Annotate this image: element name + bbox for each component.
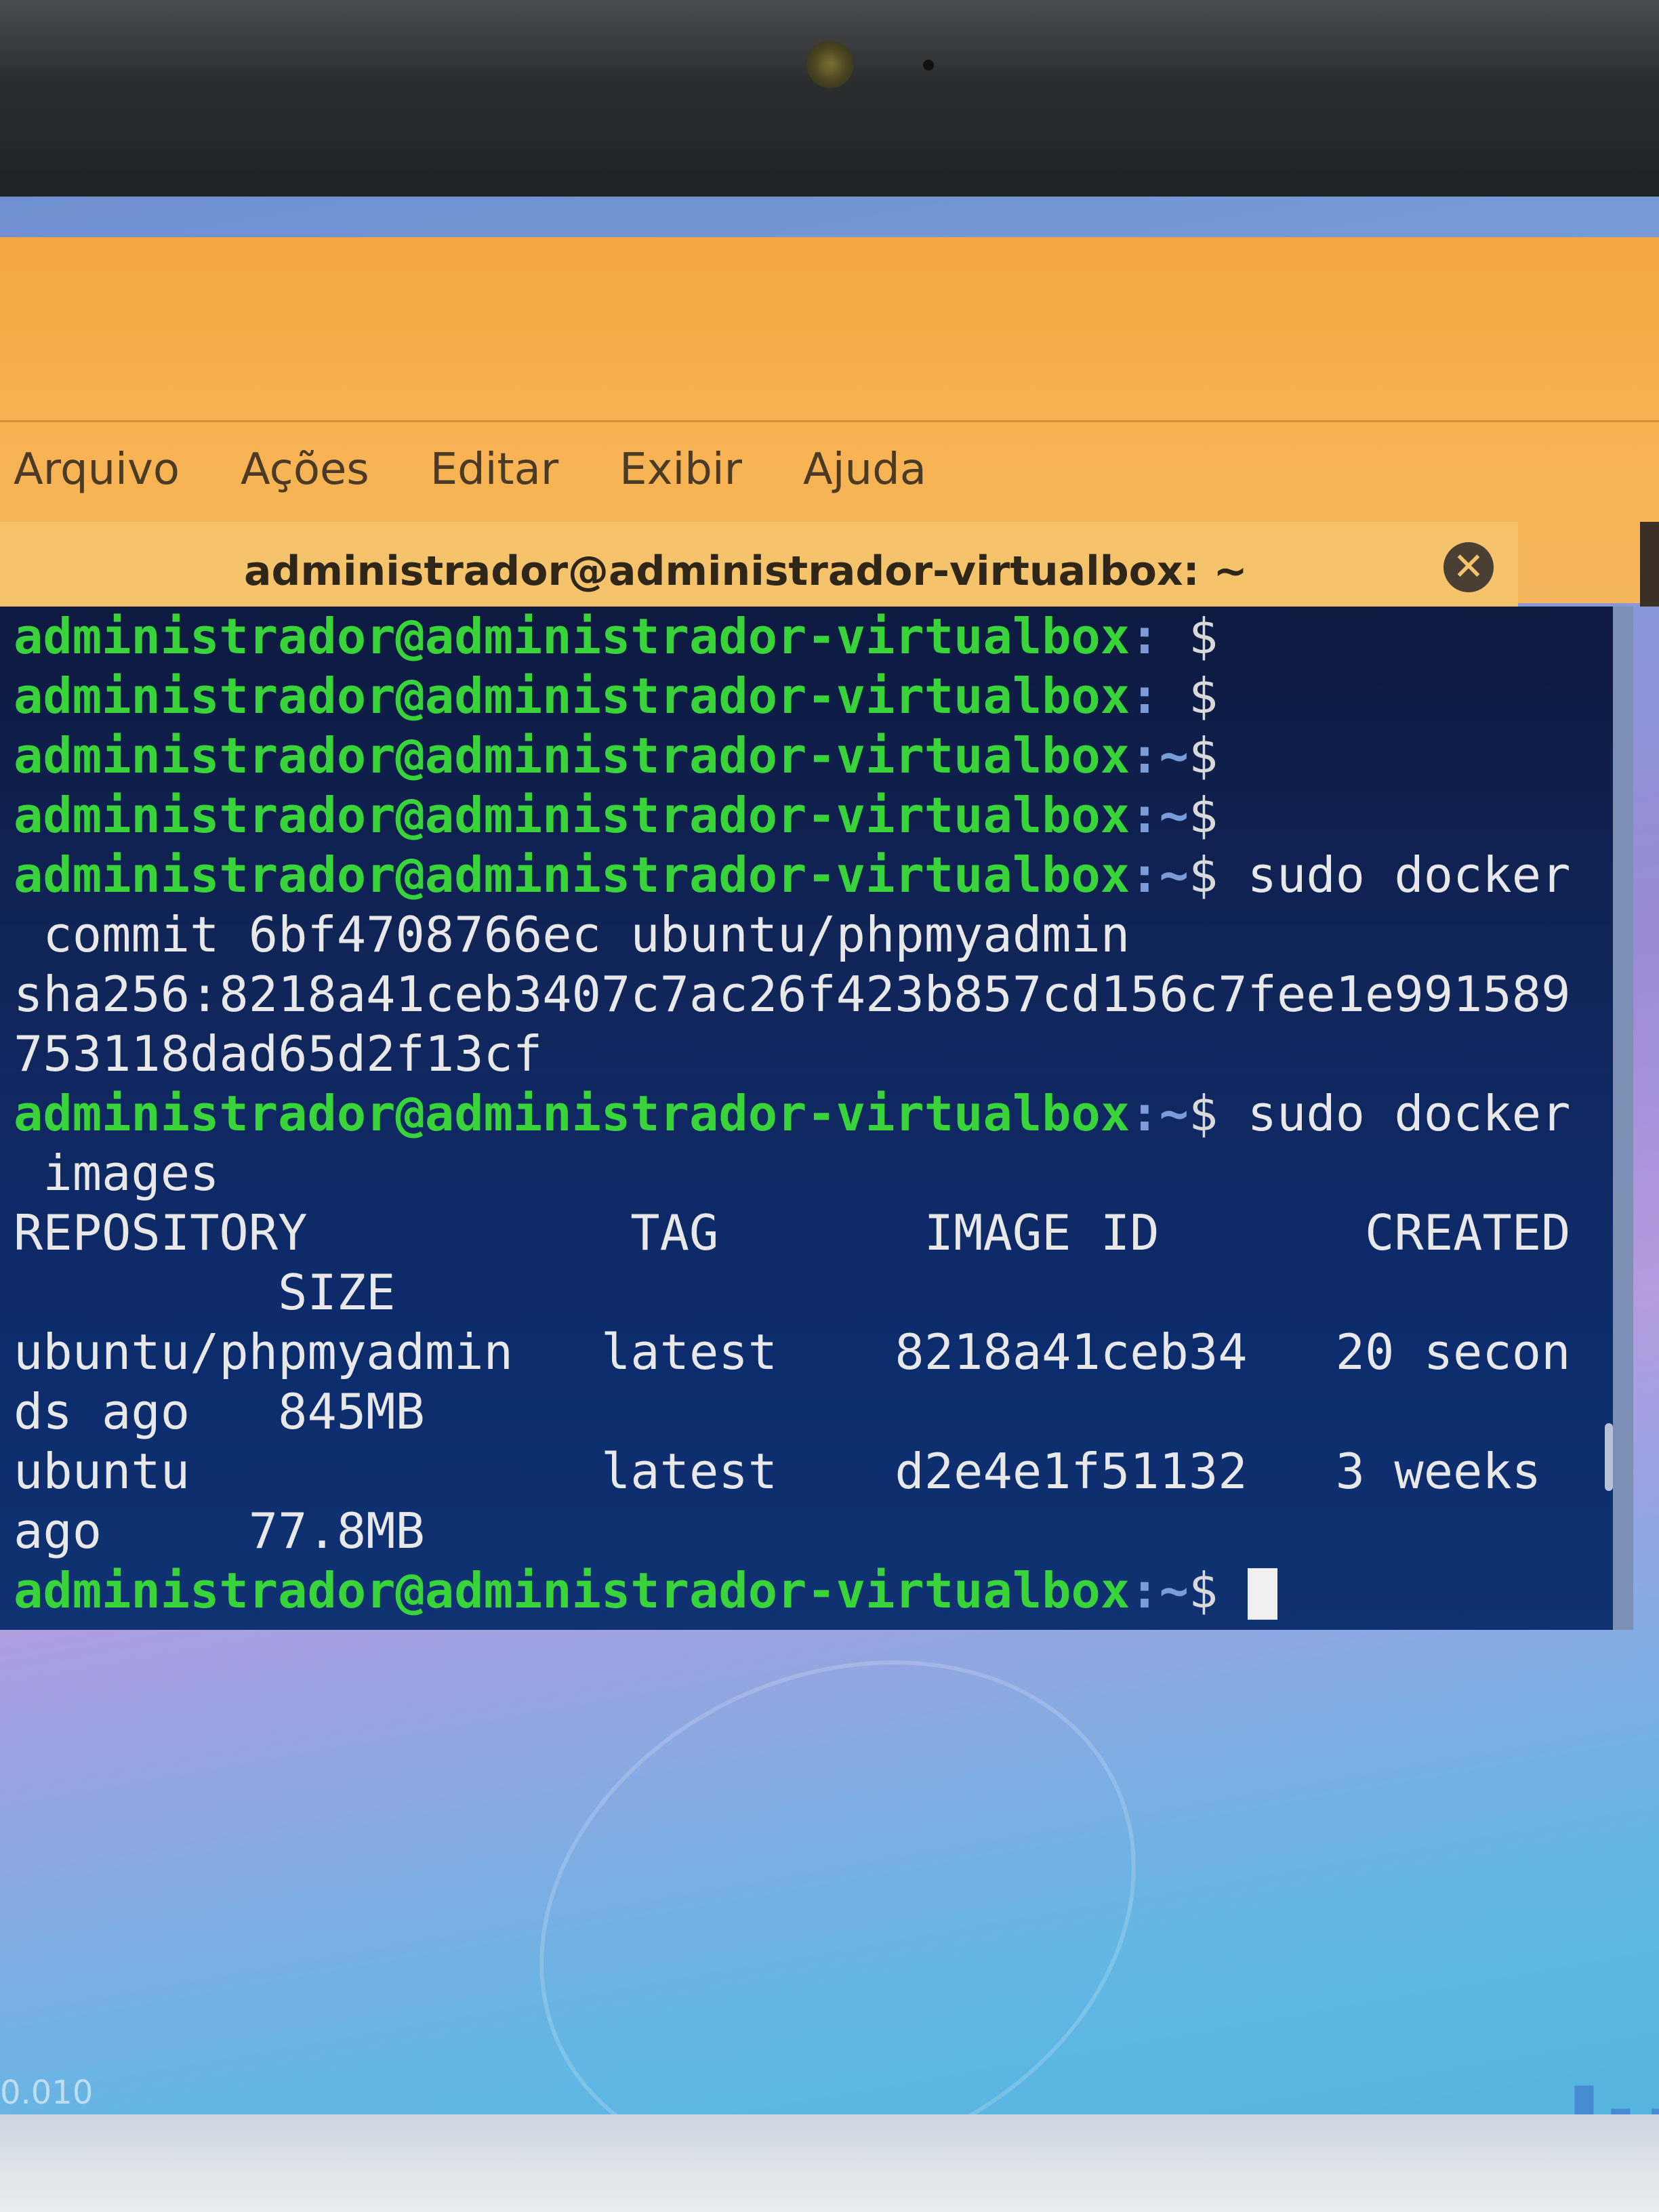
terminal-line: sha256:8218a41ceb3407c7ac26f423b857cd156…: [14, 964, 1613, 1024]
terminal-output[interactable]: administrador@administrador-virtualbox: …: [0, 607, 1633, 1630]
output-text: ubuntu latest d2e4e1f51132 3 weeks: [14, 1443, 1542, 1500]
command-text: sudo docker: [1218, 846, 1571, 903]
prompt-user: administrador@administrador-virtualbox: [14, 727, 1130, 784]
desktop-text: 0.010: [0, 2074, 94, 2112]
terminal-tab[interactable]: administrador@administrador-virtualbox: …: [0, 522, 1518, 609]
prompt-user: administrador@administrador-virtualbox: [14, 846, 1130, 903]
terminal-line: ubuntu latest d2e4e1f51132 3 weeks: [14, 1441, 1613, 1501]
terminal-line: administrador@administrador-virtualbox:~…: [14, 845, 1613, 905]
output-text: ds ago 845MB: [14, 1383, 425, 1440]
prompt-path: :~: [1130, 846, 1189, 903]
tab-title: administrador@administrador-virtualbox: …: [244, 548, 1248, 595]
command-text: sudo docker: [1218, 1085, 1571, 1142]
prompt-dollar: $: [1188, 608, 1218, 665]
prompt-user: administrador@administrador-virtualbox: [14, 1085, 1130, 1142]
terminal-line: administrador@administrador-virtualbox:~…: [14, 726, 1613, 785]
prompt-path: :~: [1130, 787, 1189, 844]
output-text: SIZE: [14, 1264, 396, 1321]
terminal-line: ds ago 845MB: [14, 1382, 1613, 1441]
laptop-bezel: [0, 0, 1659, 203]
laptop-chassis: [0, 2114, 1659, 2212]
terminal-line: commit 6bf4708766ec ubuntu/phpmyadmin: [14, 905, 1613, 964]
terminal-line: REPOSITORY TAG IMAGE ID CREATED: [14, 1203, 1613, 1263]
terminal-line: images: [14, 1143, 1613, 1203]
prompt-dollar: $: [1188, 668, 1218, 724]
scrollbar-thumb[interactable]: [1605, 1423, 1613, 1491]
prompt-path: :: [1130, 608, 1189, 665]
prompt-user: administrador@administrador-virtualbox: [14, 668, 1130, 724]
output-text: images: [14, 1145, 220, 1202]
menu-ajuda[interactable]: Ajuda: [803, 445, 926, 495]
webcam-icon: [806, 41, 854, 88]
sensor-dot: [923, 60, 934, 70]
prompt-path: :~: [1130, 727, 1189, 784]
terminal-line: administrador@administrador-virtualbox: …: [14, 666, 1613, 726]
terminal-line: 753118dad65d2f13cf: [14, 1024, 1613, 1084]
terminal-line: SIZE: [14, 1263, 1613, 1322]
new-tab-area[interactable]: [1640, 522, 1659, 607]
prompt-dollar: $: [1188, 787, 1218, 844]
prompt-path: :: [1130, 668, 1189, 724]
terminal-line: administrador@administrador-virtualbox:~…: [14, 785, 1613, 845]
output-text: ubuntu/phpmyadmin latest 8218a41ceb34 20…: [14, 1324, 1571, 1380]
output-text: sha256:8218a41ceb3407c7ac26f423b857cd156…: [14, 966, 1571, 1023]
prompt-path: :~: [1130, 1085, 1189, 1142]
terminal-line: administrador@administrador-virtualbox:~…: [14, 1084, 1613, 1143]
prompt-user: administrador@administrador-virtualbox: [14, 608, 1130, 665]
menu-exibir[interactable]: Exibir: [619, 445, 742, 495]
terminal-line: administrador@administrador-virtualbox:~…: [14, 1561, 1613, 1620]
output-text: REPOSITORY TAG IMAGE ID CREATED: [14, 1204, 1571, 1261]
output-text: ago 77.8MB: [14, 1502, 425, 1559]
menu-editar[interactable]: Editar: [430, 445, 558, 495]
desktop-screen: 0.010 lu Arquivo Ações Editar Exibir Aju…: [0, 197, 1659, 2212]
menu-arquivo[interactable]: Arquivo: [14, 445, 180, 495]
prompt-user: administrador@administrador-virtualbox: [14, 787, 1130, 844]
prompt-user: administrador@administrador-virtualbox: [14, 1562, 1130, 1619]
terminal-line: administrador@administrador-virtualbox: …: [14, 607, 1613, 666]
menu-bar: Arquivo Ações Editar Exibir Ajuda: [0, 420, 1659, 517]
prompt-dollar: $: [1188, 846, 1218, 903]
close-icon[interactable]: ✕: [1443, 542, 1494, 592]
terminal-line: ago 77.8MB: [14, 1501, 1613, 1561]
output-text: commit 6bf4708766ec ubuntu/phpmyadmin: [14, 906, 1130, 963]
prompt-dollar: $: [1188, 1085, 1218, 1142]
text-cursor: [1247, 1568, 1277, 1620]
prompt-dollar: $: [1188, 1562, 1218, 1619]
prompt-path: :~: [1130, 1562, 1189, 1619]
terminal-line: ubuntu/phpmyadmin latest 8218a41ceb34 20…: [14, 1322, 1613, 1382]
terminal-window: Arquivo Ações Editar Exibir Ajuda admini…: [0, 237, 1659, 1660]
prompt-dollar: $: [1188, 727, 1218, 784]
menu-acoes[interactable]: Ações: [241, 445, 369, 495]
output-text: 753118dad65d2f13cf: [14, 1025, 543, 1082]
command-text: [1218, 1562, 1247, 1619]
